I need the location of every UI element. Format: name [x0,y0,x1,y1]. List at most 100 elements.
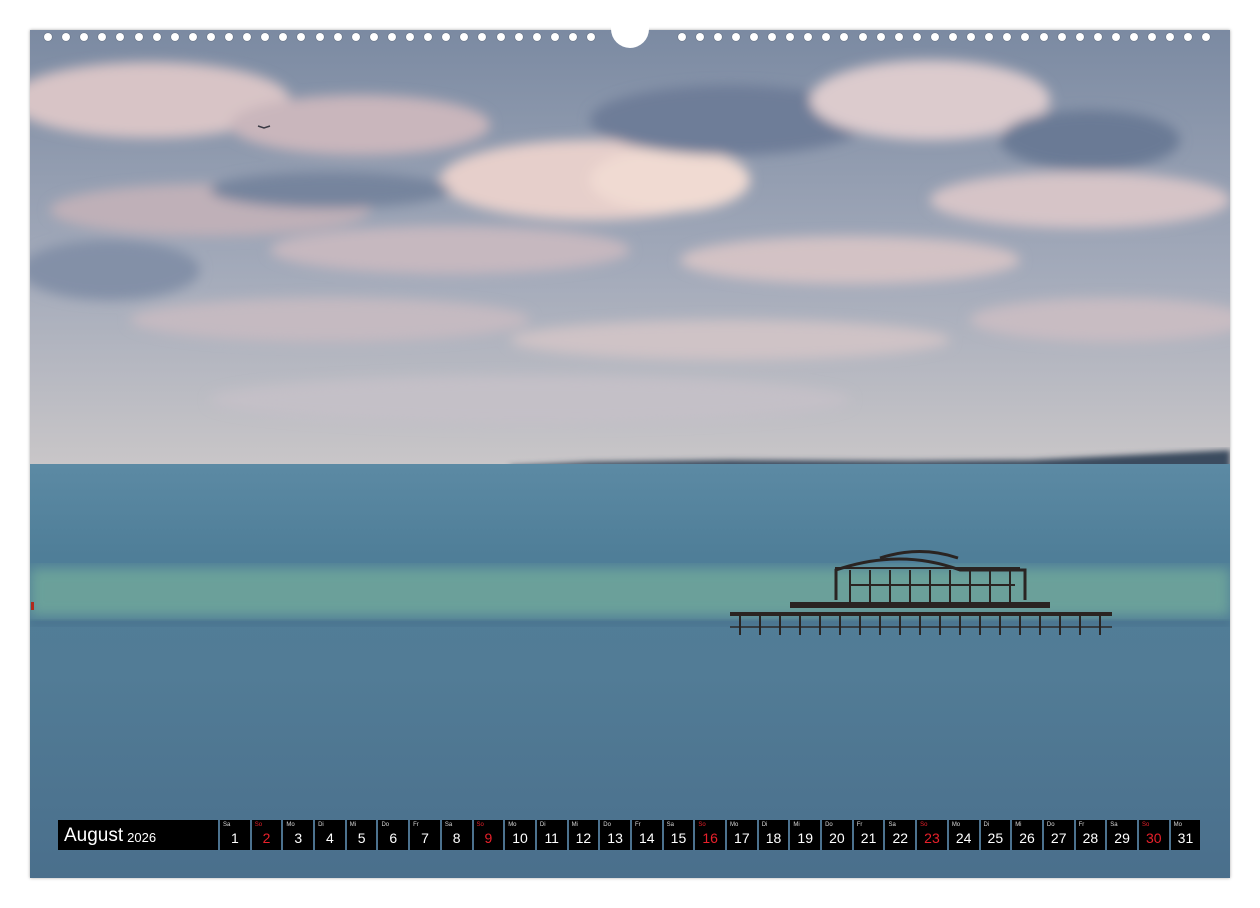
day-cell: Fr 7 [410,820,440,850]
weekday-label: Di [761,822,768,828]
weekday-label: Mi [1015,822,1022,828]
day-number: 29 [1114,830,1130,846]
day-cell: Sa 1 [220,820,250,850]
day-number: 14 [638,830,655,846]
day-number: 27 [1050,830,1067,846]
weekday-label: Sa [223,822,231,828]
day-cell: Do 27 [1043,820,1074,850]
weekday-label: Fr [413,822,419,828]
weekday-label: Mo [286,822,295,828]
day-cell: So 30 [1138,820,1169,850]
day-number: 11 [544,830,559,846]
day-cell: Di 4 [315,820,345,850]
day-cell: So 16 [695,820,725,850]
sea [30,464,1230,878]
day-cell: Mo 3 [283,820,314,850]
day-number: 4 [326,830,334,846]
weekday-label: Di [983,822,990,828]
weekday-label: Do [381,822,390,828]
weekday-label: So [698,822,706,828]
weekday-label: Do [603,822,611,828]
day-number: 1 [230,830,239,846]
day-cell: Mo 24 [948,820,979,850]
weekday-label: Do [825,822,833,828]
day-number: 23 [924,830,940,846]
day-cell: Di 25 [980,820,1011,850]
year-label: 2026 [127,830,157,845]
day-number: 9 [484,830,493,846]
day-cell: Sa 29 [1107,820,1137,850]
day-cell: So 9 [473,820,504,850]
day-number: 8 [452,830,461,846]
day-number: 15 [670,830,687,846]
month-name: August [64,825,124,846]
day-number: 17 [734,830,750,846]
green-band [30,568,1230,616]
day-cell: Sa 15 [663,820,694,850]
day-number: 26 [1019,830,1035,846]
day-cell: Mo 17 [727,820,757,850]
day-number: 6 [389,830,398,846]
day-number: 22 [892,830,909,846]
day-number: 16 [702,830,718,846]
buoy [31,602,34,610]
weekday-label: Fr [634,822,641,828]
day-number: 28 [1082,830,1099,846]
day-cell: Mi 19 [790,820,821,850]
calendar-page [30,30,1230,878]
day-cell: So 2 [251,820,282,850]
weekday-label: Di [539,822,546,828]
weekday-label: Di [318,822,324,828]
day-cell: Do 6 [378,820,409,850]
day-cell: Di 18 [758,820,789,850]
day-number: 10 [512,830,528,846]
weekday-label: So [254,822,263,828]
weekday-label: So [920,822,928,828]
day-number: 7 [421,830,429,846]
weekday-label: Sa [666,822,674,828]
day-number: 31 [1177,830,1194,846]
weekday-label: Mo [951,822,961,828]
seascape-photo [30,30,1230,878]
weekday-label: Fr [1078,822,1085,828]
day-number: 2 [262,830,271,846]
month-label: August 2026 [58,820,218,850]
day-cell: Fr 21 [853,820,884,850]
weekday-label: So [1141,822,1150,828]
day-cell: Sa 8 [441,820,472,850]
day-number: 21 [860,830,877,846]
day-cell: Mi 5 [346,820,377,850]
day-cell: Do 20 [822,820,852,850]
weekday-label: Sa [1110,822,1118,828]
day-number: 13 [607,830,623,846]
weekday-label: Sa [444,822,453,828]
day-number: 25 [987,830,1004,846]
day-number: 20 [829,830,845,846]
day-cell: Di 11 [536,820,567,850]
day-cell: Mo 10 [505,820,535,850]
day-cell: Fr 14 [631,820,662,850]
day-number: 18 [765,830,782,846]
day-cell: Mo 31 [1170,820,1201,850]
day-cell: Fr 28 [1075,820,1106,850]
weekday-label: Fr [856,822,863,828]
day-cell: So 23 [917,820,947,850]
day-number: 3 [294,830,303,846]
weekday-label: Mo [508,822,517,828]
day-number: 5 [357,830,366,846]
weekday-label: Do [1046,822,1055,828]
weekday-label: Mo [1173,822,1182,828]
calendar-strip: August 2026 Sa 1 So 2 Mo 3 Di 4 Mi 5 Do 6 Fr 7 Sa 8 So 9 M… [58,820,1201,850]
day-cell: Sa 22 [885,820,916,850]
day-cell: Mi 26 [1012,820,1042,850]
day-cell: Do 13 [600,820,630,850]
day-number: 24 [955,830,972,846]
weekday-label: Mi [349,822,357,828]
day-number: 12 [575,830,592,846]
day-number: 19 [797,830,813,846]
day-number: 30 [1145,830,1162,846]
weekday-label: So [476,822,484,828]
weekday-label: Sa [888,822,896,828]
weekday-label: Mi [793,822,800,828]
weekday-label: Mo [730,822,739,828]
